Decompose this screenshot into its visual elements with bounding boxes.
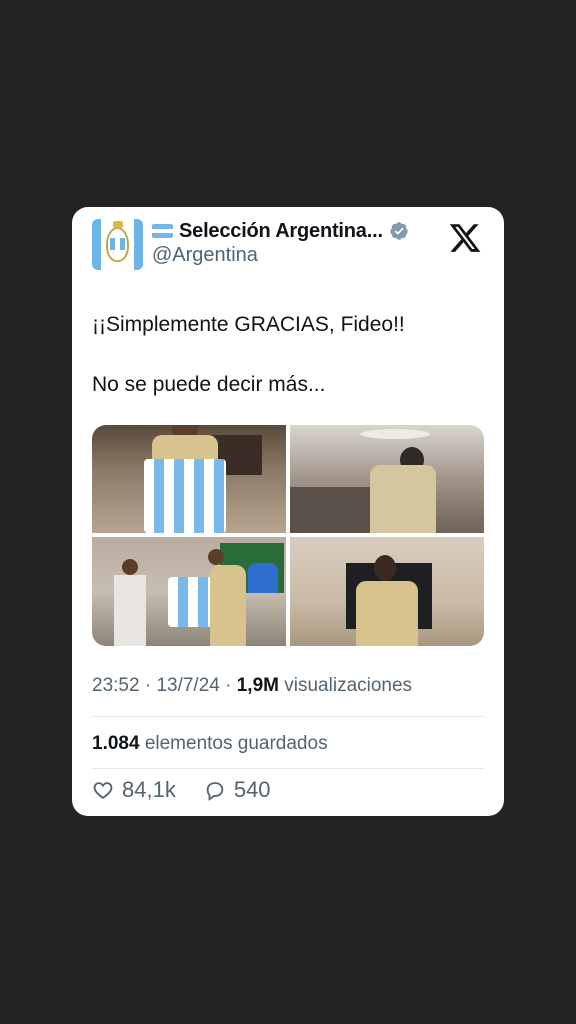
bookmarks-stat[interactable]: 1.084 elementos guardados <box>92 733 328 755</box>
tweet-meta: 23:52 · 13/7/24 · 1,9M visualizaciones <box>92 675 412 697</box>
argentina-flag-icon <box>152 224 173 238</box>
tweet-line-1: ¡¡Simplemente GRACIAS, Fideo!! <box>92 313 405 336</box>
verified-badge-icon <box>390 222 408 240</box>
reply-button[interactable]: 540 <box>204 777 271 803</box>
tweet-date: 13/7/24 <box>156 675 220 696</box>
tweet-text: ¡¡Simplemente GRACIAS, Fideo!! No se pue… <box>92 310 482 400</box>
meta-separator: · <box>219 675 237 696</box>
avatar[interactable] <box>92 219 143 270</box>
tweet-time: 23:52 <box>92 675 140 696</box>
meta-separator: · <box>139 675 157 696</box>
action-bar: 84,1k 540 <box>92 777 271 803</box>
like-button[interactable]: 84,1k <box>92 777 176 803</box>
x-logo-icon[interactable] <box>448 221 482 255</box>
bookmarks-count: 1.084 <box>92 733 140 754</box>
photo-jersey-gift[interactable] <box>92 425 286 533</box>
reply-count: 540 <box>233 777 271 802</box>
tweet-card[interactable]: Selección Argentina... @Argentina ¡¡Simp… <box>72 207 504 816</box>
photo-hug[interactable] <box>290 425 484 533</box>
account-handle[interactable]: @Argentina <box>152 244 258 267</box>
tweet-line-2: No se puede decir más... <box>92 373 326 396</box>
photo-di-maria[interactable] <box>290 537 484 646</box>
divider <box>92 768 484 769</box>
heart-icon <box>93 782 113 799</box>
views-count: 1,9M <box>236 675 279 696</box>
views-label: visualizaciones <box>284 675 413 696</box>
bookmarks-label: elementos guardados <box>144 733 328 754</box>
display-name[interactable]: Selección Argentina... <box>179 220 383 243</box>
afa-crest-icon <box>106 221 129 262</box>
divider <box>92 716 484 717</box>
account-name-row[interactable]: Selección Argentina... <box>152 218 409 244</box>
like-count: 84,1k <box>122 777 176 802</box>
media-grid[interactable] <box>92 425 484 646</box>
photo-presentation[interactable] <box>92 537 286 646</box>
reply-bubble-icon <box>206 782 224 801</box>
